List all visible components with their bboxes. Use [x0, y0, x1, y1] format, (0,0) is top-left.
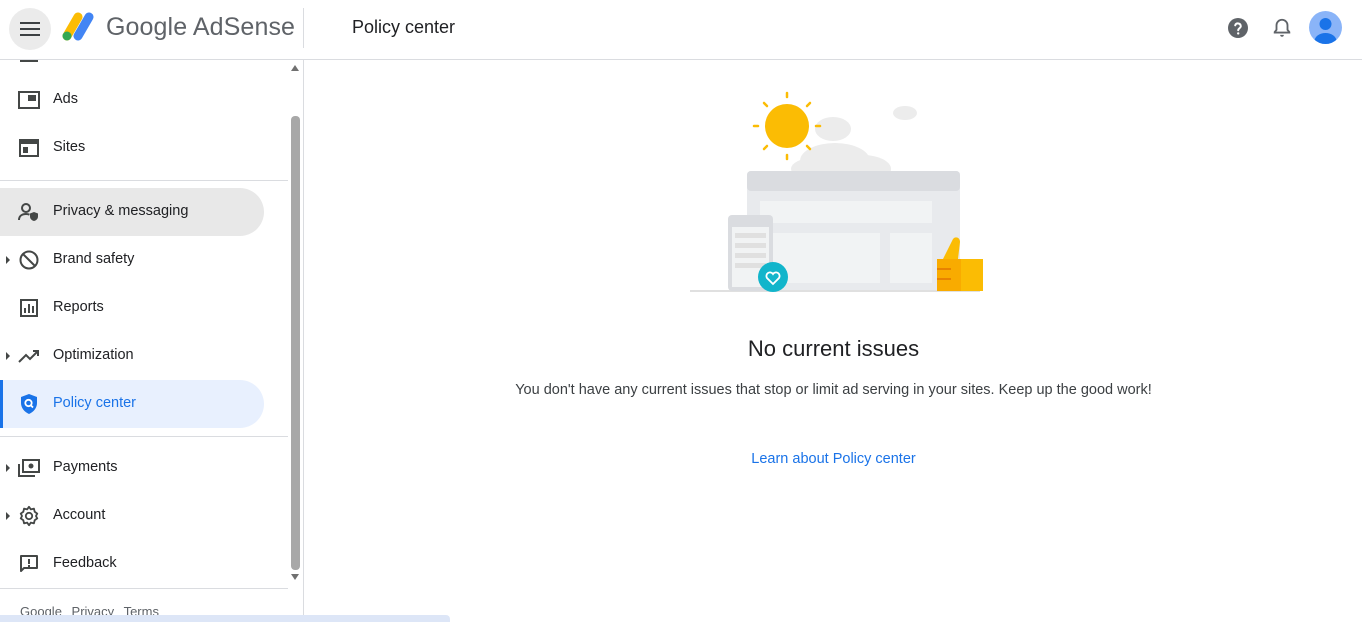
sidebar-item-label: Optimization: [53, 347, 134, 363]
sidebar-item-label: Payments: [53, 459, 118, 475]
sidebar-item-label: Sites: [53, 139, 86, 155]
sidebar-item-label: Feedback: [53, 555, 117, 571]
no-issues-illustration: [690, 91, 983, 292]
expand-caret-icon: [6, 512, 10, 520]
privacy-icon: [17, 200, 41, 224]
expand-caret-icon: [6, 352, 10, 360]
adsense-logo-icon: [62, 12, 94, 41]
shield-icon: [17, 392, 41, 416]
scroll-up-arrow-icon[interactable]: [291, 65, 299, 71]
scroll-down-arrow-icon[interactable]: [291, 574, 299, 580]
sidebar-item-label: Privacy & messaging: [53, 203, 189, 219]
sidebar-item-label: Brand safety: [53, 251, 135, 267]
sidebar-item-label: Reports: [53, 299, 104, 315]
empty-state-title: No current issues: [747, 336, 920, 361]
bell-icon: [1273, 18, 1291, 37]
expand-caret-icon: [6, 256, 10, 264]
trending-icon: [17, 344, 41, 368]
sidebar-item-brand-safety[interactable]: Brand safety: [0, 236, 264, 284]
empty-state-description: You don't have any current issues that s…: [515, 382, 1152, 398]
sidebar-item-reports[interactable]: Reports: [0, 284, 264, 332]
block-icon: [17, 248, 41, 272]
sidebar-item-label: Ads: [53, 91, 78, 107]
partial-item-icon: [20, 60, 38, 62]
sun-icon: [752, 91, 822, 161]
ads-icon: [17, 88, 41, 112]
sidebar-divider: [0, 436, 288, 437]
sidebar-divider: [0, 588, 288, 589]
help-button[interactable]: [1224, 14, 1252, 42]
header-divider: [303, 8, 304, 48]
hamburger-icon: [20, 22, 40, 36]
sidebar-item-payments[interactable]: Payments: [0, 444, 264, 492]
expand-caret-icon: [6, 464, 10, 472]
main-content: No current issues You don't have any cur…: [305, 61, 1362, 622]
active-indicator: [0, 380, 3, 428]
sidebar-item-sites[interactable]: Sites: [0, 124, 264, 172]
sidebar-item-account[interactable]: Account: [0, 492, 264, 540]
notifications-button[interactable]: [1268, 14, 1296, 42]
main-menu-button[interactable]: [9, 8, 51, 50]
help-icon: [1228, 18, 1248, 38]
scrollbar-thumb[interactable]: [291, 116, 300, 570]
sidebar-item-label: Policy center: [53, 395, 137, 411]
app-name[interactable]: Google AdSense: [106, 13, 295, 42]
reports-icon: [17, 296, 41, 320]
side-navigation: Ads Sites Privacy & messaging Brand safe…: [0, 60, 304, 622]
sidebar-divider: [0, 180, 288, 181]
top-app-bar: Google AdSense Policy center: [0, 0, 1362, 60]
sidebar-item-label: Account: [53, 507, 106, 523]
payments-icon: [17, 456, 41, 480]
learn-about-policy-center-link[interactable]: Learn about Policy center: [305, 451, 1362, 467]
account-avatar[interactable]: [1309, 11, 1342, 44]
gear-icon: [17, 504, 41, 528]
sidebar-item-privacy-messaging[interactable]: Privacy & messaging: [0, 188, 264, 236]
sidebar-item-policy-center[interactable]: Policy center: [0, 380, 264, 428]
person-icon: [1314, 18, 1337, 44]
feedback-icon: [17, 552, 41, 576]
sidebar-item-ads[interactable]: Ads: [0, 76, 264, 124]
sites-icon: [17, 136, 41, 160]
sidebar-item-feedback[interactable]: Feedback: [0, 540, 264, 588]
page-title: Policy center: [352, 17, 456, 37]
sidebar-item-optimization[interactable]: Optimization: [0, 332, 264, 380]
